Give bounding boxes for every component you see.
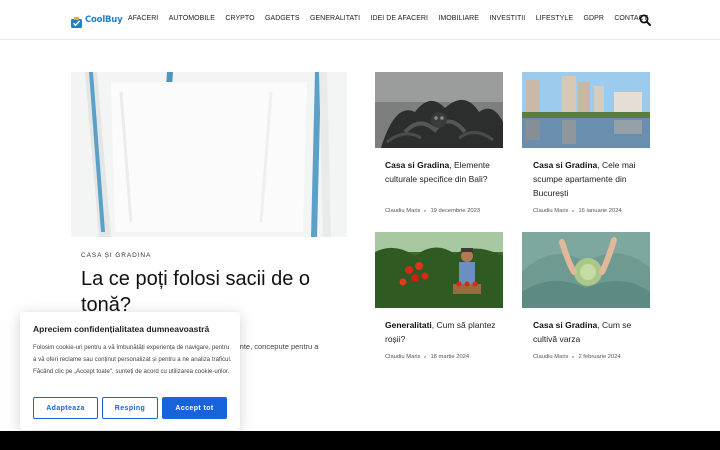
- customize-button[interactable]: Adapteaza: [33, 397, 98, 419]
- card-category[interactable]: Casa si Gradina: [533, 320, 597, 330]
- card-image-bucharest-apartments[interactable]: [522, 72, 650, 148]
- card-author[interactable]: Claudiu Maris: [385, 208, 420, 214]
- nav-item-generalitati[interactable]: GENERALITATI: [310, 15, 360, 22]
- cookie-consent-modal: Apreciem confidențialitatea dumneavoastr…: [20, 312, 240, 430]
- card-title-tomatoes[interactable]: Generalitati, Cum să plantez roșii?: [385, 318, 507, 346]
- nav-item-imobiliare[interactable]: IMOBILIARE: [438, 15, 479, 22]
- site-logo[interactable]: CoolBuy: [71, 13, 123, 28]
- site-header: CoolBuy AFACERI AUTOMOBILE CRYPTO GADGET…: [0, 0, 720, 40]
- footer-bar: [0, 431, 720, 450]
- card-meta-bali: Claudiu Maris 19 decembrie 2023: [385, 208, 480, 214]
- meta-separator: [572, 356, 575, 358]
- nav-item-automobile[interactable]: AUTOMOBILE: [169, 15, 215, 22]
- card-category[interactable]: Generalitati: [385, 320, 432, 330]
- card-category[interactable]: Casa si Gradina: [385, 160, 449, 170]
- meta-separator: [424, 210, 427, 212]
- nav-item-afaceri[interactable]: AFACERI: [128, 15, 158, 22]
- search-icon[interactable]: [639, 13, 651, 26]
- reject-button[interactable]: Resping: [102, 397, 158, 419]
- card-image-cabbage[interactable]: [522, 232, 650, 308]
- card-image-tomato-greenhouse[interactable]: [375, 232, 503, 308]
- card-date: 2 februarie 2024: [578, 354, 621, 360]
- card-author[interactable]: Claudiu Maris: [533, 208, 568, 214]
- featured-excerpt: istente, concepute pentru a: [228, 342, 319, 351]
- card-image-bali-sculpture[interactable]: [375, 72, 503, 148]
- card-date: 16 ianuarie 2024: [578, 208, 622, 214]
- nav-item-gdpr[interactable]: GDPR: [584, 15, 604, 22]
- card-category[interactable]: Casa si Gradina: [533, 160, 597, 170]
- card-date: 19 decembrie 2023: [430, 208, 481, 214]
- featured-category[interactable]: CASA ȘI GRADINA: [81, 252, 151, 259]
- card-meta-tomatoes: Claudiu Maris 18 martie 2024: [385, 354, 469, 360]
- cookie-description: Folosim cookie-uri pentru a vă îmbunătăț…: [33, 344, 232, 375]
- nav-item-investitii[interactable]: INVESTITII: [489, 15, 525, 22]
- card-meta-apartments: Claudiu Maris 16 ianuarie 2024: [533, 208, 622, 214]
- cookie-title: Apreciem confidențialitatea dumneavoastr…: [33, 324, 210, 334]
- card-meta-cabbage: Claudiu Maris 2 februarie 2024: [533, 354, 621, 360]
- accept-all-button[interactable]: Accept tot: [162, 397, 227, 419]
- meta-separator: [424, 356, 427, 358]
- featured-title[interactable]: La ce poți folosi sacii de o tonă?: [81, 266, 341, 318]
- meta-separator: [572, 210, 575, 212]
- page: CoolBuy AFACERI AUTOMOBILE CRYPTO GADGET…: [0, 0, 720, 450]
- nav-item-crypto[interactable]: CRYPTO: [225, 15, 254, 22]
- featured-image-bulk-bag[interactable]: [71, 72, 347, 237]
- card-date: 18 martie 2024: [430, 354, 470, 360]
- nav-item-lifestyle[interactable]: LIFESTYLE: [536, 15, 573, 22]
- card-title-bali[interactable]: Casa si Gradina, Elemente culturale spec…: [385, 158, 507, 186]
- logo-text: CoolBuy: [85, 15, 123, 25]
- nav-item-idei-de-afaceri[interactable]: IDEI DE AFACERI: [370, 15, 428, 22]
- card-title-cabbage[interactable]: Casa si Gradina, Cum se cultivă varza: [533, 318, 655, 346]
- card-title-apartments[interactable]: Casa si Gradina, Cele mai scumpe apartam…: [533, 158, 655, 200]
- nav-item-gadgets[interactable]: GADGETS: [265, 15, 300, 22]
- card-author[interactable]: Claudiu Maris: [385, 354, 420, 360]
- main-nav: AFACERI AUTOMOBILE CRYPTO GADGETS GENERA…: [128, 15, 658, 22]
- card-author[interactable]: Claudiu Maris: [533, 354, 568, 360]
- cart-logo-icon: [71, 15, 82, 28]
